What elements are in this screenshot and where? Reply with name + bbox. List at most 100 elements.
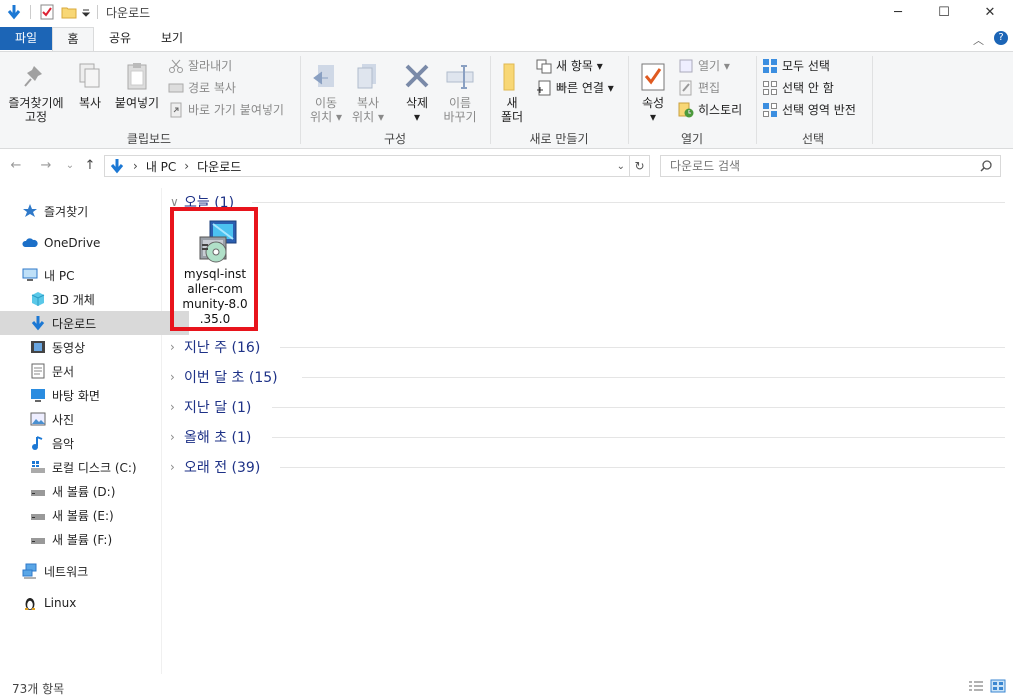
select-none-button[interactable]: 선택 안 함 <box>762 78 834 98</box>
down-arrow-icon[interactable] <box>6 4 22 20</box>
maximize-button[interactable]: ☐ <box>921 0 967 24</box>
nav-volume-e[interactable]: 새 볼륨 (E:) <box>0 503 189 527</box>
group-last-month-label: 지난 달 (1) <box>184 400 252 416</box>
rename-button[interactable]: 이름 바꾸기 <box>440 62 480 124</box>
nav-pictures-label: 사진 <box>52 412 75 427</box>
ribbon: 즐겨찾기에 고정 복사 붙여넣기 잘라내기 경로 복사 바로 가기 붙여넣기 클… <box>0 51 1013 149</box>
collapse-ribbon-icon[interactable]: ︿ <box>973 32 984 48</box>
nav-music[interactable]: 음악 <box>0 431 189 455</box>
nav-network[interactable]: 네트워크 <box>0 559 181 583</box>
nav-linux[interactable]: Linux <box>0 591 181 615</box>
cut-label: 잘라내기 <box>188 59 233 73</box>
nav-quick-access[interactable]: 즐겨찾기 <box>0 199 181 223</box>
minimize-button[interactable]: ─ <box>875 0 921 24</box>
nav-volume-d[interactable]: 새 볼륨 (D:) <box>0 479 189 503</box>
close-button[interactable]: ✕ <box>967 0 1013 24</box>
group-last-week[interactable]: › 지난 주 (16) <box>170 336 1005 358</box>
open-button[interactable]: 열기 ▾ <box>678 56 730 76</box>
penguin-icon <box>22 595 38 611</box>
nav-pictures[interactable]: 사진 <box>0 407 189 431</box>
chevron-right-icon: › <box>170 460 175 474</box>
back-arrow-icon[interactable]: ← <box>8 158 24 174</box>
nav-desktop[interactable]: 바탕 화면 <box>0 383 189 407</box>
tab-share[interactable]: 공유 <box>100 27 140 50</box>
forward-arrow-icon[interactable]: → <box>38 158 54 174</box>
up-arrow-icon[interactable]: ↑ <box>82 158 98 174</box>
pin-quick-access-button[interactable]: 즐겨찾기에 고정 <box>4 62 68 124</box>
nav-local-disk-c[interactable]: 로컬 디스크 (C:) <box>0 455 189 479</box>
nav-this-pc[interactable]: 내 PC <box>0 263 181 287</box>
group-divider <box>872 56 873 144</box>
group-today[interactable]: ∨ 오늘 (1) <box>170 191 1005 213</box>
nav-volume-f[interactable]: 새 볼륨 (F:) <box>0 527 189 551</box>
group-long-ago[interactable]: › 오래 전 (39) <box>170 456 1005 478</box>
group-divider-line <box>272 437 1005 438</box>
group-earlier-this-month[interactable]: › 이번 달 초 (15) <box>170 366 1005 388</box>
group-divider <box>628 56 629 144</box>
large-icons-view-icon[interactable] <box>990 679 1006 696</box>
history-button[interactable]: 히스토리 <box>678 100 742 120</box>
invert-selection-button[interactable]: 선택 영역 반전 <box>762 100 856 120</box>
address-dropdown-icon[interactable]: ⌄ <box>617 161 625 172</box>
move-to-button[interactable]: 이동 위치 ▾ <box>306 62 346 124</box>
copy-button[interactable]: 복사 <box>72 62 108 110</box>
copy-to-icon <box>352 62 384 92</box>
breadcrumb-downloads[interactable]: 다운로드 <box>197 158 241 175</box>
paste-shortcut-button[interactable]: 바로 가기 붙여넣기 <box>168 100 284 120</box>
edit-button[interactable]: 편집 <box>678 78 720 98</box>
computer-icon <box>22 267 38 283</box>
nav-videos[interactable]: 동영상 <box>0 335 189 359</box>
properties-button[interactable]: 속성 ▾ <box>636 62 670 124</box>
breadcrumb-separator-icon: › <box>133 159 138 173</box>
history-label: 히스토리 <box>698 103 743 117</box>
nav-onedrive[interactable]: OneDrive <box>0 231 181 255</box>
paste-shortcut-icon <box>168 102 184 118</box>
nav-volume-f-label: 새 볼륨 (F:) <box>52 532 113 547</box>
status-bar: 73개 항목 <box>0 676 1013 698</box>
help-icon[interactable]: ? <box>994 31 1008 45</box>
group-last-month[interactable]: › 지난 달 (1) <box>170 396 1005 418</box>
rename-label-2: 바꾸기 <box>443 110 477 124</box>
breadcrumb-this-pc[interactable]: 내 PC <box>146 158 176 175</box>
select-group-label: 선택 <box>801 132 825 146</box>
nav-this-pc-label: 내 PC <box>44 268 75 283</box>
tab-home[interactable]: 홈 <box>52 27 94 52</box>
properties-check-icon[interactable] <box>39 4 55 20</box>
new-folder-icon[interactable] <box>61 4 77 20</box>
window-title: 다운로드 <box>106 6 151 20</box>
recent-locations-chevron-icon[interactable]: ⌄ <box>62 158 78 174</box>
new-group-label: 새로 만들기 <box>529 132 589 146</box>
easy-access-icon <box>536 80 552 96</box>
refresh-icon[interactable]: ↻ <box>630 155 650 177</box>
search-input[interactable]: 다운로드 검색 <box>660 155 1001 177</box>
nav-documents[interactable]: 문서 <box>0 359 189 383</box>
new-folder-button[interactable]: 새 폴더 <box>496 62 528 124</box>
customize-dropdown-icon[interactable] <box>81 4 91 20</box>
music-note-icon <box>30 435 46 451</box>
cut-button[interactable]: 잘라내기 <box>168 56 232 76</box>
nav-3d-objects[interactable]: 3D 개체 <box>0 287 189 311</box>
open-label: 열기 <box>698 59 721 73</box>
easy-access-button[interactable]: 빠른 연결 ▾ <box>536 78 614 98</box>
paste-button[interactable]: 붙여넣기 <box>112 62 162 110</box>
rename-label-1: 이름 <box>448 96 472 110</box>
highlight-box <box>170 207 258 331</box>
select-all-button[interactable]: 모두 선택 <box>762 56 830 76</box>
nav-downloads[interactable]: 다운로드 <box>0 311 189 335</box>
windows-drive-icon <box>30 459 46 475</box>
new-item-button[interactable]: 새 항목 ▾ <box>536 56 603 76</box>
address-bar[interactable]: › 내 PC › 다운로드 ⌄ <box>104 155 630 177</box>
paste-shortcut-label: 바로 가기 붙여넣기 <box>188 103 284 117</box>
organize-group-label: 구성 <box>383 132 407 146</box>
copy-to-button[interactable]: 복사 위치 ▾ <box>348 62 388 124</box>
delete-button[interactable]: 삭제 ▾ <box>398 62 436 124</box>
scissors-icon <box>168 58 184 74</box>
group-earlier-this-year[interactable]: › 올해 초 (1) <box>170 426 1005 448</box>
nav-music-label: 음악 <box>52 436 75 451</box>
document-icon <box>30 363 46 379</box>
tab-view[interactable]: 보기 <box>152 27 192 50</box>
tab-file[interactable]: 파일 <box>0 27 52 50</box>
copy-path-button[interactable]: 경로 복사 <box>168 78 236 98</box>
details-view-icon[interactable] <box>968 680 984 695</box>
drive-icon <box>30 531 46 547</box>
